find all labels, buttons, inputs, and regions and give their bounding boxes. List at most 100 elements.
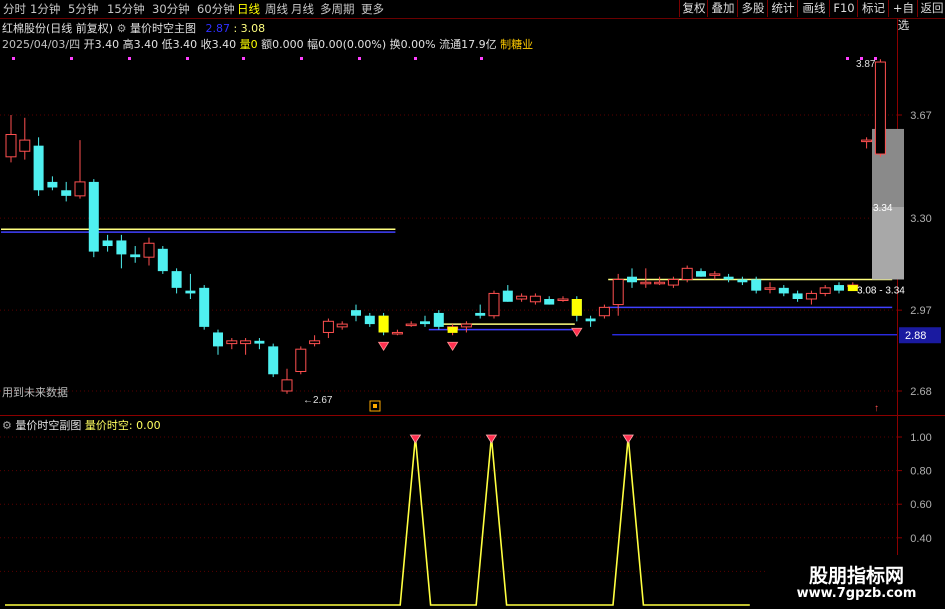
event-dot-4: [242, 57, 245, 60]
candle-body-2: [33, 145, 44, 191]
candle-body-19: [268, 346, 279, 375]
indicator-value-b: : 3.08: [233, 22, 266, 35]
event-dot-8: [480, 57, 483, 60]
candle-body-45: [627, 276, 637, 283]
chart-canvas: 3.673.302.972.681.000.800.600.400.20 2.8…: [0, 18, 945, 609]
info-high: 高3.40: [122, 38, 159, 51]
signal-box-1: [447, 326, 458, 333]
info-mine-icon-inner: [373, 404, 377, 408]
event-dot-7: [414, 57, 417, 60]
sub-title[interactable]: 量价时空副图: [15, 419, 81, 432]
signal-box-2: [571, 299, 582, 316]
info-change: 幅0.00(0.00%): [307, 38, 387, 51]
y-tick-label-main-2: 2.97: [910, 305, 931, 317]
candle-body-4: [61, 190, 72, 196]
sub-signal-diamond-27: [409, 434, 422, 444]
candle-body-16: [226, 340, 238, 345]
y-tick-label-main-1: 3.30: [910, 213, 931, 225]
candle-body-50: [696, 271, 706, 277]
y-tick-label-sub-0: 1.00: [910, 432, 931, 444]
event-dot-5: [300, 57, 303, 60]
event-dot-6: [358, 57, 361, 60]
indicator-value-a: 2.87: [205, 22, 230, 35]
candle-body-51: [709, 273, 721, 276]
signal-box-0: [378, 315, 389, 333]
sub-settings-icon[interactable]: ⚙: [2, 419, 12, 432]
candle-body-44: [612, 278, 624, 306]
annotation-high: 3.87: [856, 59, 876, 70]
info-date: 2025/04/03/四: [2, 38, 81, 51]
candle-body-18: [254, 340, 265, 344]
watermark-title: 股朋指标网: [808, 565, 904, 587]
event-dot-11: [874, 57, 877, 60]
candle-body-24: [336, 323, 348, 328]
info-low: 低3.40: [161, 38, 198, 51]
candle-body-58: [805, 292, 817, 300]
event-dot-9: [846, 57, 849, 60]
candle-body-42: [585, 318, 596, 322]
sub-signal-diamond-32: [485, 434, 498, 444]
candle-body-63: [874, 61, 886, 155]
event-dot-10: [860, 57, 863, 60]
indicator-name[interactable]: 量价时空主图: [130, 22, 196, 35]
candle-body-54: [751, 279, 762, 291]
candle-body-3: [47, 181, 58, 188]
candle-body-37: [516, 295, 528, 300]
header-line-2: 2025/04/03/四 开3.40 高3.40 低3.40 收3.40 量0 …: [2, 38, 533, 52]
sub-signal-diamond-41: [622, 434, 634, 444]
future-data-note: 用到未来数据: [2, 386, 68, 399]
candle-body-62: [861, 139, 873, 143]
y-tick-label-main-3: 2.68: [910, 386, 931, 398]
candle-body-56: [778, 287, 789, 294]
candle-body-26: [364, 315, 375, 325]
candle-body-22: [309, 340, 321, 345]
rise-badge-icon: ↑: [874, 403, 879, 414]
candle-body-46: [640, 281, 652, 285]
watermark: 股朋指标网 www.7gpzb.com: [768, 555, 945, 609]
candle-body-10: [143, 242, 155, 258]
candle-body-9: [130, 254, 141, 258]
info-close: 收3.40: [200, 38, 237, 51]
candle-body-31: [433, 312, 444, 327]
annotation-zone-top: 3.34: [873, 203, 893, 214]
candle-body-1: [19, 139, 31, 152]
y-tick-label-sub-1: 0.80: [910, 466, 931, 478]
sub-value: 量价时空: 0.00: [84, 419, 161, 432]
candle-body-15: [213, 332, 223, 347]
stock-name[interactable]: 红棉股份(日线 前复权): [2, 22, 113, 35]
event-dot-0: [12, 57, 15, 60]
annotation-low: ←2.67: [303, 395, 333, 406]
info-float: 流通17.9亿: [439, 38, 497, 51]
watermark-url: www.7gpzb.com: [796, 586, 917, 601]
signal-diamond-1: [446, 341, 459, 351]
candle-body-6: [88, 181, 99, 252]
candle-body-34: [475, 312, 486, 316]
candle-body-33: [460, 323, 472, 328]
sub-header: ⚙ 量价时空副图 量价时空: 0.00: [2, 419, 161, 433]
candle-body-43: [598, 306, 610, 317]
candle-body-40: [557, 298, 569, 301]
header-line-1: 红棉股份(日线 前复权) ⚙ 量价时空主图 2.87 : 3.08: [2, 22, 265, 36]
info-open: 开3.40: [83, 38, 120, 51]
candle-body-49: [681, 267, 693, 280]
candle-body-48: [667, 278, 679, 286]
candle-body-28: [391, 331, 403, 335]
candle-body-52: [723, 276, 734, 280]
info-sector[interactable]: 制糖业: [500, 38, 533, 51]
y-tick-label-sub-3: 0.40: [910, 533, 931, 545]
candle-body-29: [405, 323, 417, 327]
current-price-label: 2.88: [905, 330, 926, 342]
info-amount: 额0.000: [261, 38, 304, 51]
candle-body-5: [74, 181, 86, 197]
settings-icon[interactable]: ⚙: [117, 22, 127, 35]
candle-body-7: [102, 240, 113, 247]
candle-body-53: [737, 279, 748, 283]
candle-body-11: [157, 248, 168, 272]
candle-body-35: [488, 292, 500, 317]
candle-body-21: [295, 348, 307, 372]
y-tick-label-sub-2: 0.60: [910, 499, 931, 511]
candle-body-12: [171, 271, 182, 288]
candle-body-59: [819, 287, 831, 294]
candle-body-38: [529, 295, 541, 303]
candle-body-60: [834, 285, 844, 291]
